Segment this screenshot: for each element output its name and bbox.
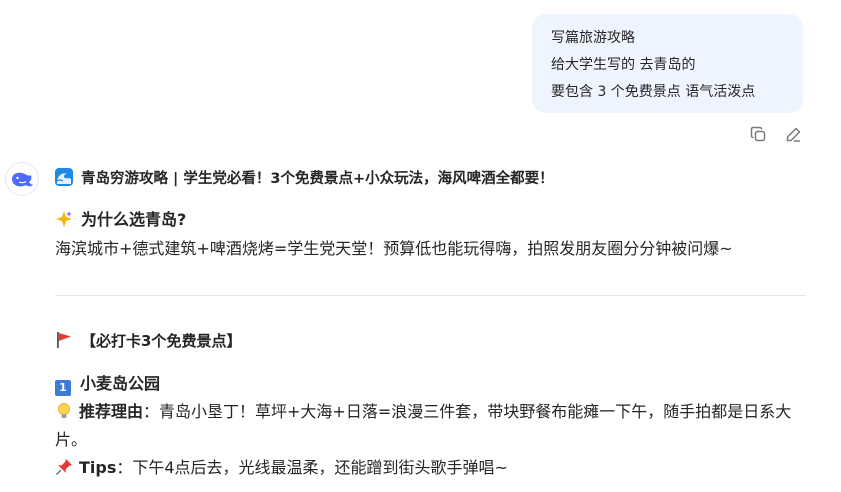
- spot-1-reason: 推荐理由：青岛小垦丁！草坪+大海+日落=浪漫三件套，带块野餐布能瘫一下午，随手拍…: [55, 398, 795, 454]
- number-1-icon: 1: [55, 380, 71, 396]
- wave-icon: [55, 168, 73, 186]
- edit-icon[interactable]: [783, 124, 803, 144]
- divider: [55, 295, 806, 296]
- section-heading-text: 【必打卡3个免费景点】: [81, 332, 242, 350]
- spot-1-tips-label: Tips: [79, 458, 117, 477]
- why-heading-text: 为什么选青岛?: [81, 210, 187, 229]
- copy-icon[interactable]: [748, 124, 768, 144]
- spot-1-tips-text: ：下午4点后去，光线最温柔，还能蹭到街头歌手弹唱~: [116, 458, 508, 477]
- whale-logo-icon: [12, 172, 33, 187]
- assistant-answer: 青岛穷游攻略 | 学生党必看！3个免费景点+小众玩法，海风啤酒全都要！: [55, 166, 807, 192]
- sparkles-icon: [56, 211, 72, 227]
- message-actions: [748, 124, 803, 144]
- section-heading: 【必打卡3个免费景点】: [55, 327, 241, 355]
- pushpin-icon: [55, 459, 72, 476]
- assistant-avatar: [5, 162, 39, 196]
- user-message-line: 要包含 3 个免费景点 语气活泼点: [551, 84, 756, 100]
- spot-1-heading: 1 小麦岛公园: [55, 370, 160, 398]
- answer-title: 青岛穷游攻略 | 学生党必看！3个免费景点+小众玩法，海风啤酒全都要！: [55, 166, 807, 192]
- red-flag-icon: [57, 332, 71, 348]
- spot-1-reason-label: 推荐理由: [79, 402, 144, 421]
- spot-1-reason-text: ：青岛小垦丁！草坪+大海+日落=浪漫三件套，带块野餐布能瘫一下午，随手拍都是日系…: [55, 402, 792, 449]
- user-message-bubble: 写篇旅游攻略 给大学生写的 去青岛的 要包含 3 个免费景点 语气活泼点: [532, 14, 803, 113]
- spot-1-name: 小麦岛公园: [80, 374, 161, 393]
- light-bulb-icon: [58, 403, 70, 418]
- why-body: 海滨城市+德式建筑+啤酒烧烤=学生党天堂！预算低也能玩得嗨，拍照发朋友圈分分钟被…: [55, 239, 733, 258]
- why-heading: 为什么选青岛?: [55, 207, 186, 233]
- user-message-line: 写篇旅游攻略: [551, 30, 635, 46]
- spot-1-tips: Tips：下午4点后去，光线最温柔，还能蹭到街头歌手弹唱~: [55, 454, 508, 482]
- user-message-line: 给大学生写的 去青岛的: [551, 57, 696, 73]
- answer-title-text: 青岛穷游攻略 | 学生党必看！3个免费景点+小众玩法，海风啤酒全都要！: [81, 171, 554, 187]
